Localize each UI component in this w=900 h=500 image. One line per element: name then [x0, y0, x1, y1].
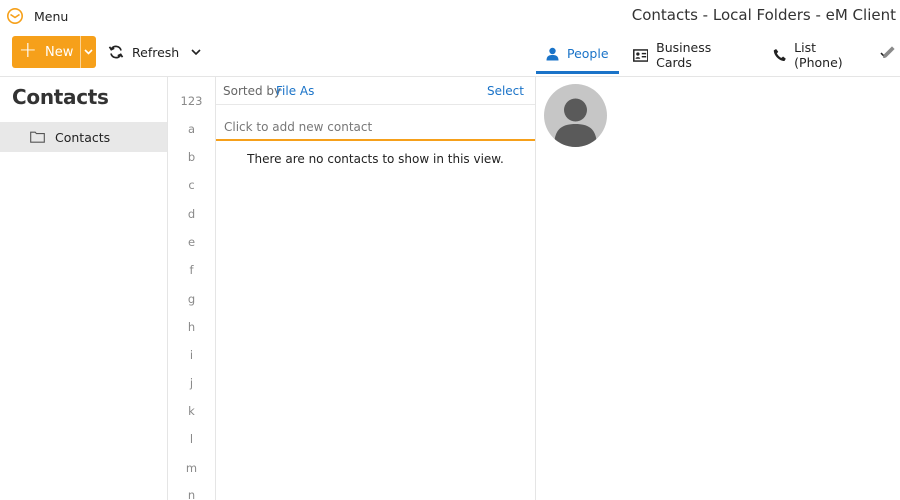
- menu-label: Menu: [34, 8, 69, 24]
- default-avatar-icon: [544, 84, 607, 147]
- contact-detail-pane: [536, 77, 900, 500]
- alpha-index-item[interactable]: d: [168, 207, 215, 221]
- new-button[interactable]: + New: [12, 36, 80, 68]
- select-link[interactable]: Select: [487, 84, 524, 98]
- new-button-group: + New: [12, 36, 96, 68]
- view-switcher: People Business Cards List (Phone): [536, 36, 900, 76]
- alpha-index-item[interactable]: h: [168, 320, 215, 334]
- alphabet-index: 123 a b c d e f g h i j k l m n: [168, 77, 216, 500]
- alpha-index-item[interactable]: j: [168, 376, 215, 390]
- add-contact-input[interactable]: Click to add new contact: [216, 105, 535, 141]
- pencil-icon: [883, 46, 895, 58]
- phone-icon: [773, 48, 786, 62]
- refresh-button[interactable]: Refresh: [108, 42, 201, 62]
- view-tab-label: People: [567, 46, 609, 61]
- toolbar: + New Refresh People Business Cards List…: [0, 36, 900, 77]
- person-icon: [546, 47, 559, 60]
- alpha-index-item[interactable]: c: [168, 178, 215, 192]
- folder-pane: Contacts Contacts: [0, 77, 168, 500]
- folder-item-contacts[interactable]: Contacts: [0, 122, 167, 152]
- alpha-index-item[interactable]: 123: [168, 94, 215, 108]
- refresh-label: Refresh: [132, 44, 180, 60]
- edit-view-button[interactable]: [881, 44, 897, 64]
- sort-field-link[interactable]: File As: [276, 84, 314, 98]
- chevron-down-icon: [84, 49, 93, 55]
- folder-icon: [30, 131, 45, 143]
- view-tab-list-phone[interactable]: List (Phone): [763, 36, 900, 74]
- alpha-index-item[interactable]: i: [168, 348, 215, 362]
- new-dropdown-button[interactable]: [80, 36, 96, 68]
- em-client-logo-icon: [6, 7, 24, 25]
- alpha-index-item[interactable]: m: [168, 461, 215, 475]
- alpha-index-item[interactable]: e: [168, 235, 215, 249]
- sort-row: Sorted by File As Select: [216, 77, 535, 105]
- add-contact-placeholder: Click to add new contact: [224, 120, 373, 134]
- chevron-down-icon: [191, 49, 201, 55]
- plus-icon: +: [18, 38, 38, 63]
- title-bar: Menu Contacts - Local Folders - eM Clien…: [0, 0, 900, 32]
- menu-button[interactable]: Menu: [6, 5, 68, 27]
- alpha-index-item[interactable]: a: [168, 122, 215, 136]
- alpha-index-item[interactable]: g: [168, 292, 215, 306]
- new-button-label: New: [45, 44, 74, 60]
- business-card-icon: [632, 48, 649, 62]
- alpha-index-item[interactable]: k: [168, 404, 215, 418]
- contact-list-pane: Sorted by File As Select Click to add ne…: [216, 77, 536, 500]
- alpha-index-item[interactable]: f: [168, 263, 215, 277]
- sort-prefix-label: Sorted by: [223, 84, 282, 98]
- alpha-index-item[interactable]: n: [168, 488, 215, 500]
- view-tab-people[interactable]: People: [536, 36, 619, 74]
- alpha-index-item[interactable]: b: [168, 150, 215, 164]
- folder-pane-title: Contacts: [12, 85, 109, 109]
- view-tab-business-cards[interactable]: Business Cards: [623, 36, 759, 74]
- window-title: Contacts - Local Folders - eM Client: [631, 6, 896, 24]
- alpha-index-item[interactable]: l: [168, 432, 215, 446]
- refresh-icon: [108, 45, 124, 59]
- empty-list-message: There are no contacts to show in this vi…: [247, 152, 504, 166]
- folder-item-label: Contacts: [55, 129, 111, 145]
- view-tab-label: Business Cards: [656, 40, 712, 70]
- view-tab-label: List (Phone): [794, 40, 843, 70]
